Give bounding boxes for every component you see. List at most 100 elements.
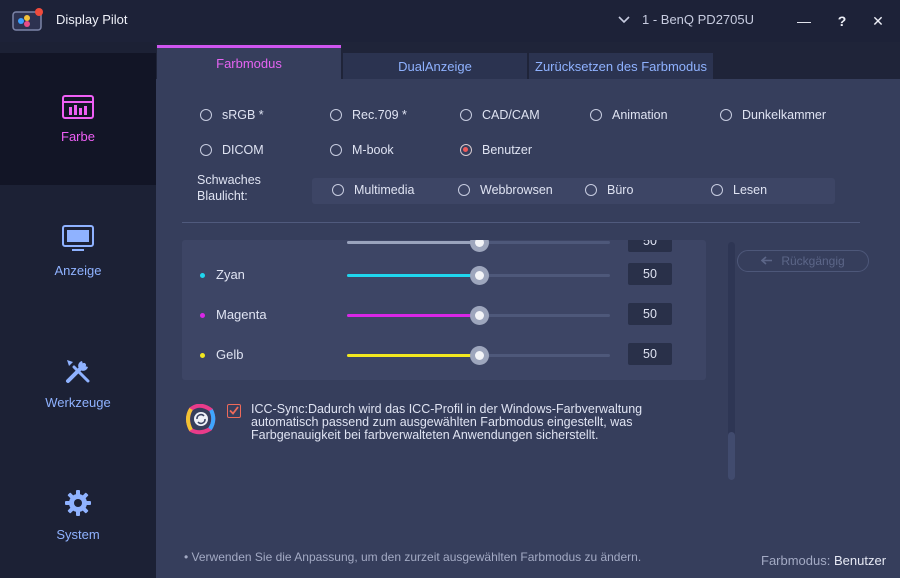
- radio-ring: [200, 109, 212, 121]
- radio-label: M-book: [352, 143, 394, 157]
- bluelight-label-line: Blaulicht:: [197, 189, 248, 203]
- radio-webbrowsen[interactable]: Webbrowsen: [458, 183, 553, 197]
- slider-knob[interactable]: [469, 306, 489, 325]
- current-mode-status: Farbmodus: Benutzer: [761, 553, 886, 568]
- sidebar-item-farbe[interactable]: Farbe: [0, 53, 156, 185]
- slider-knob[interactable]: [469, 240, 489, 252]
- slider-value[interactable]: 50: [628, 343, 672, 365]
- sidebar-item-label: System: [56, 526, 100, 542]
- radio-srgb[interactable]: sRGB *: [200, 108, 264, 122]
- sidebar-item-label: Anzeige: [54, 262, 102, 278]
- slider-knob[interactable]: [469, 346, 489, 365]
- tools-icon: [66, 359, 90, 383]
- color-chart-icon: [62, 94, 94, 119]
- footer-hint: • Verwenden Sie die Anpassung, um den zu…: [184, 550, 642, 564]
- slider-label: Zyan: [216, 267, 245, 282]
- slider-row: Zyan 50: [182, 260, 706, 290]
- radio-label: Lesen: [733, 183, 768, 197]
- slider-track[interactable]: [347, 346, 610, 365]
- radio-rec709[interactable]: Rec.709 *: [330, 108, 407, 122]
- chevron-down-icon: [618, 15, 630, 23]
- bluelight-label-line: Schwaches: [197, 173, 261, 187]
- radio-ring: [330, 109, 342, 121]
- slider-track[interactable]: [347, 240, 610, 252]
- color-dot: [200, 353, 205, 358]
- monitor-icon: [62, 224, 94, 251]
- current-mode-value: Benutzer: [834, 553, 887, 568]
- radio-ring: [200, 144, 212, 156]
- radio-dunkelkammer[interactable]: Dunkelkammer: [720, 108, 826, 122]
- icc-sync-description: ICC-Sync:Dadurch wird das ICC-Profil in …: [251, 402, 643, 442]
- app-logo-icon: [12, 8, 43, 31]
- slider-knob[interactable]: [469, 266, 489, 285]
- radio-label: Büro: [607, 183, 634, 197]
- radio-label: Rec.709 *: [352, 108, 407, 122]
- radio-ring: [330, 144, 342, 156]
- monitor-name: 1 - BenQ PD2705U: [642, 12, 755, 27]
- radio-mbook[interactable]: M-book: [330, 143, 394, 157]
- radio-buero[interactable]: Büro: [585, 183, 633, 197]
- slider-label: Magenta: [216, 307, 267, 322]
- radio-ring: [458, 184, 470, 196]
- slider-track[interactable]: [347, 306, 610, 325]
- radio-label: Animation: [612, 108, 668, 122]
- bluelight-label: Schwaches Blaulicht:: [197, 172, 277, 204]
- gear-icon: [65, 489, 91, 516]
- slider-fill: [347, 274, 479, 277]
- sidebar-item-system[interactable]: System: [0, 449, 156, 578]
- sidebar-item-anzeige[interactable]: Anzeige: [0, 185, 156, 317]
- radio-animation[interactable]: Animation: [590, 108, 668, 122]
- radio-benutzer[interactable]: Benutzer: [460, 143, 532, 157]
- slider-fill: [347, 241, 479, 244]
- radio-ring: [590, 109, 602, 121]
- radio-label: Dunkelkammer: [742, 108, 827, 122]
- color-dot: [200, 313, 205, 318]
- tab-bar: Farbmodus DualAnzeige Zurücksetzen des F…: [156, 42, 900, 79]
- minimize-button[interactable]: —: [791, 8, 817, 34]
- slider-fill: [347, 314, 479, 317]
- radio-cadcam[interactable]: CAD/CAM: [460, 108, 540, 122]
- radio-ring: [332, 184, 344, 196]
- radio-dicom[interactable]: DICOM: [200, 143, 264, 157]
- radio-ring: [720, 109, 732, 121]
- radio-label: Webbrowsen: [480, 183, 553, 197]
- radio-lesen[interactable]: Lesen: [711, 183, 767, 197]
- icc-sync-checkbox[interactable]: [227, 404, 241, 418]
- radio-ring: [711, 184, 723, 196]
- slider-value[interactable]: 50: [628, 303, 672, 325]
- slider-value[interactable]: 50: [628, 263, 672, 285]
- sidebar-item-label: Farbe: [61, 128, 95, 144]
- slider-row: Magenta 50: [182, 300, 706, 330]
- slider-value[interactable]: 50: [628, 240, 672, 252]
- help-button[interactable]: ?: [829, 8, 855, 34]
- sidebar-item-werkzeuge[interactable]: Werkzeuge: [0, 317, 156, 449]
- tab-farbmodus[interactable]: Farbmodus: [157, 45, 341, 79]
- undo-label: Rückgängig: [781, 254, 845, 268]
- radio-ring: [585, 184, 597, 196]
- scrollbar-thumb[interactable]: [728, 432, 735, 480]
- tab-dualanzeige[interactable]: DualAnzeige: [343, 53, 527, 79]
- undo-button[interactable]: Rückgängig: [737, 250, 869, 272]
- sidebar: Farbe Anzeige Werkzeuge System: [0, 42, 156, 578]
- title-bar: Display Pilot 1 - BenQ PD2705U — ? ✕: [0, 0, 900, 42]
- radio-label: DICOM: [222, 143, 264, 157]
- slider-fill: [347, 354, 479, 357]
- radio-ring: [460, 109, 472, 121]
- radio-label: Benutzer: [482, 143, 533, 157]
- tab-zuruecksetzen[interactable]: Zurücksetzen des Farbmodus: [529, 53, 713, 79]
- scrollbar[interactable]: [728, 242, 735, 480]
- divider: [182, 222, 860, 223]
- slider-row: 50: [182, 240, 706, 257]
- radio-multimedia[interactable]: Multimedia: [332, 183, 414, 197]
- icc-sync-icon: [186, 404, 216, 435]
- close-button[interactable]: ✕: [865, 8, 891, 34]
- radio-label: sRGB *: [222, 108, 264, 122]
- app-title: Display Pilot: [56, 12, 128, 27]
- slider-label: Gelb: [216, 347, 244, 362]
- slider-panel: 50 Zyan 50 Magenta 50 Gelb 50: [182, 240, 706, 380]
- color-dot: [200, 273, 205, 278]
- monitor-select[interactable]: 1 - BenQ PD2705U: [618, 12, 754, 27]
- slider-row: Gelb 50: [182, 340, 706, 370]
- slider-track[interactable]: [347, 266, 610, 285]
- undo-icon: [761, 256, 773, 265]
